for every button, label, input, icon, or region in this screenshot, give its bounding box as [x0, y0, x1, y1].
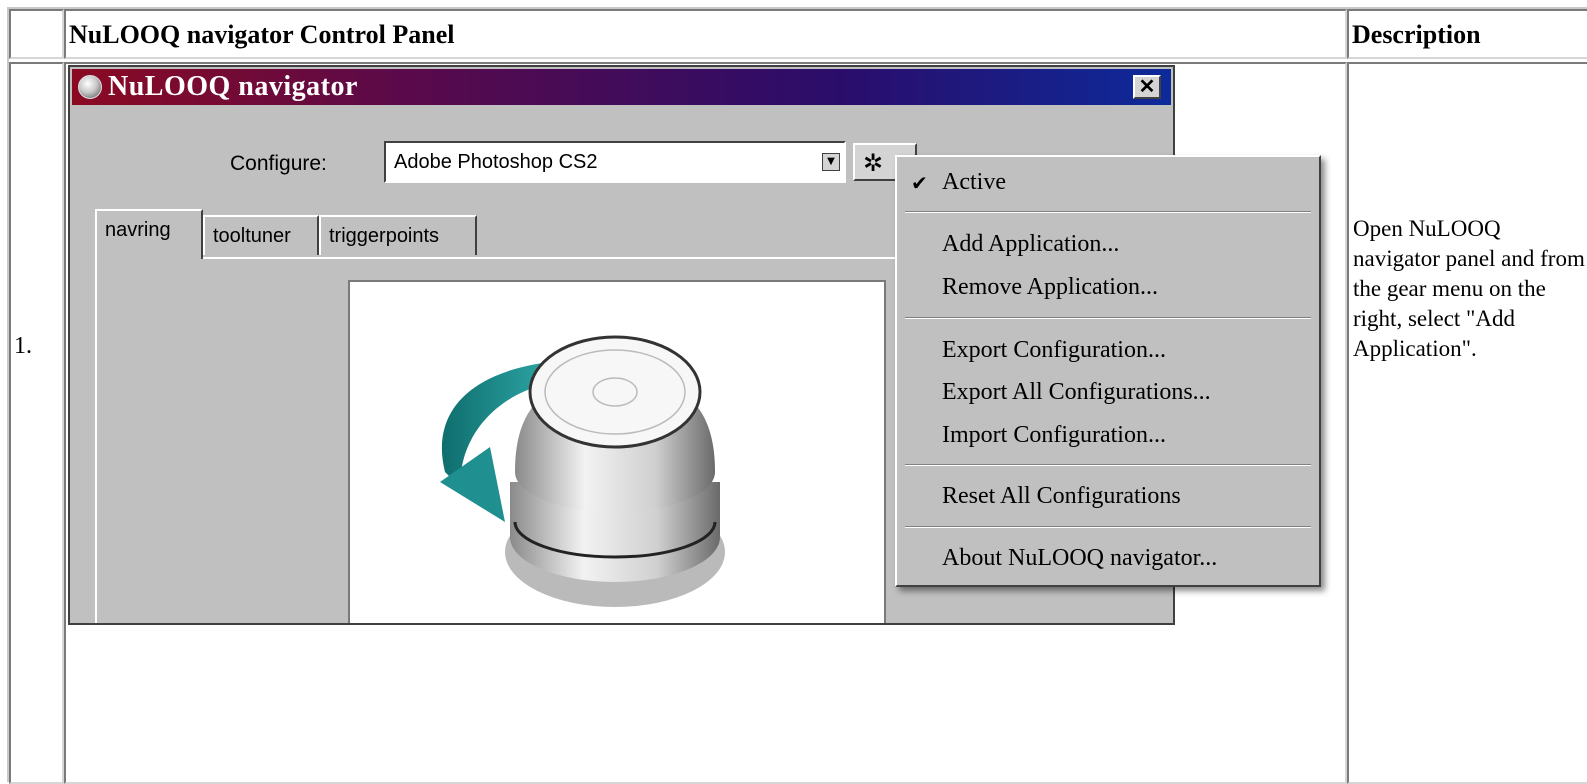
configure-label: Configure:: [230, 152, 327, 175]
menu-item-active[interactable]: Active: [942, 169, 1006, 196]
window-title: NuLOOQ navigator: [108, 71, 358, 102]
description-cell: Open NuLOOQ navigator panel and from the…: [1347, 62, 1587, 784]
header-cell-screenshot: NuLOOQ navigator Control Panel: [64, 9, 1347, 59]
menu-separator: [905, 464, 1311, 466]
navigator-device-illustration: [440, 335, 725, 607]
header-cell-blank: [9, 9, 64, 59]
row-number: 1.: [14, 333, 32, 359]
gear-icon: ✲: [863, 149, 884, 177]
menu-item-about[interactable]: About NuLOOQ navigator...: [942, 545, 1217, 572]
menu-item-remove-application[interactable]: Remove Application...: [942, 274, 1158, 301]
header-description-text: Description: [1352, 20, 1481, 49]
menu-item-reset-all[interactable]: Reset All Configurations: [942, 483, 1181, 510]
navring-preview: [348, 280, 886, 623]
device-top: [528, 335, 702, 449]
row-number-cell: 1.: [9, 62, 64, 784]
dropdown-arrow-icon[interactable]: ▼: [822, 153, 840, 171]
checkmark-icon: ✔: [911, 171, 928, 195]
tab-label: triggerpoints: [329, 225, 440, 247]
menu-item-add-application[interactable]: Add Application...: [942, 231, 1119, 258]
menu-separator: [905, 526, 1311, 528]
configure-dropdown[interactable]: Adobe Photoshop CS2 ▼: [384, 141, 846, 183]
configure-value: Adobe Photoshop CS2: [394, 151, 598, 173]
tab-navring[interactable]: navring: [95, 209, 203, 259]
tab-label: navring: [105, 219, 171, 241]
tab-tooltuner[interactable]: tooltuner: [203, 215, 319, 255]
header-cell-description: Description: [1347, 9, 1587, 59]
tab-triggerpoints[interactable]: triggerpoints: [319, 215, 477, 255]
navigator-device-icon: [78, 75, 102, 99]
menu-item-export-all-configurations[interactable]: Export All Configurations...: [942, 379, 1211, 406]
menu-item-export-configuration[interactable]: Export Configuration...: [942, 337, 1166, 364]
window-titlebar[interactable]: NuLOOQ navigator ✕: [72, 69, 1171, 105]
header-screenshot-text: NuLOOQ navigator Control Panel: [69, 20, 455, 49]
menu-separator: [905, 317, 1311, 319]
description-text: Open NuLOOQ navigator panel and from the…: [1353, 216, 1585, 361]
menu-separator: [905, 211, 1311, 213]
close-icon[interactable]: ✕: [1133, 75, 1161, 99]
menu-item-import-configuration[interactable]: Import Configuration...: [942, 422, 1166, 449]
tab-label: tooltuner: [213, 225, 291, 247]
gear-context-menu: ✔ Active Add Application... Remove Appli…: [895, 155, 1321, 587]
